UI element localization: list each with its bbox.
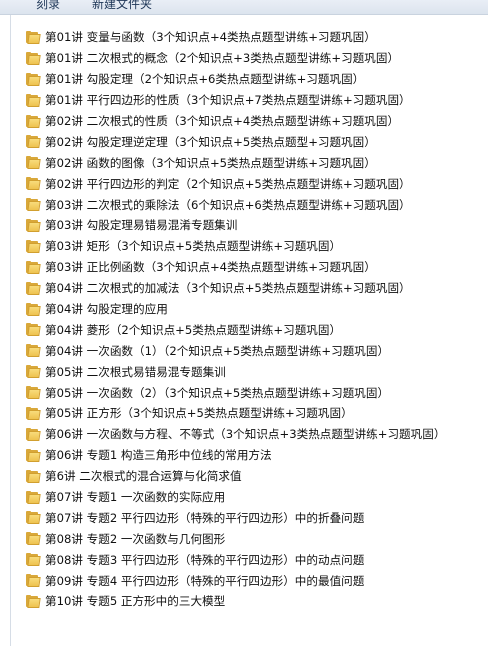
folder-item[interactable]: 第02讲 二次根式的性质（3个知识点+4类热点题型讲练+习题巩固） [26,111,488,132]
folder-item[interactable]: 第05讲 一次函数（2）（3个知识点+5类热点题型讲练+习题巩固） [26,382,488,403]
folder-icon [26,532,41,546]
folder-name: 第03讲 二次根式的乘除法（6个知识点+6类热点题型讲练+习题巩固） [45,197,411,212]
folder-item[interactable]: 第6讲 二次根式的混合运算与化简求值 [26,466,488,487]
folder-item[interactable]: 第04讲 菱形（2个知识点+5类热点题型讲练+习题巩固） [26,319,488,340]
folder-icon [26,490,41,504]
folder-icon [26,323,41,337]
folder-name: 第02讲 二次根式的性质（3个知识点+4类热点题型讲练+习题巩固） [45,114,400,128]
folder-icon [26,72,41,86]
folder-item[interactable]: 第02讲 平行四边形的判定（2个知识点+5类热点题型讲练+习题巩固） [26,173,488,194]
folder-item[interactable]: 第04讲 一次函数（1）（2个知识点+5类热点题型讲练+习题巩固） [26,340,488,361]
folder-name: 第04讲 勾股定理的应用 [45,302,168,317]
folder-icon [26,156,41,170]
folder-name: 第01讲 勾股定理（2个知识点+6类热点题型讲练+习题巩固） [45,72,365,87]
folder-item[interactable]: 第03讲 二次根式的乘除法（6个知识点+6类热点题型讲练+习题巩固） [26,194,488,215]
folder-icon [26,281,41,295]
command-toolbar: 刻录 新建文件夹 [0,0,488,15]
folder-name: 第04讲 菱形（2个知识点+5类热点题型讲练+习题巩固） [45,322,342,337]
folder-icon [26,218,41,232]
folder-item[interactable]: 第02讲 函数的图像（3个知识点+5类热点题型讲练+习题巩固） [26,152,488,173]
folder-name: 第09讲 专题4 平行四边形（特殊的平行四边形）中的最值问题 [45,573,365,588]
folder-item[interactable]: 第06讲 专题1 构造三角形中位线的常用方法 [26,445,488,466]
folder-item[interactable]: 第02讲 勾股定理逆定理（3个知识点+5类热点题型+习题巩固） [26,131,488,152]
folder-item[interactable]: 第09讲 专题4 平行四边形（特殊的平行四边形）中的最值问题 [26,570,488,591]
folder-name: 第05讲 二次根式易错易混专题集训 [45,364,226,379]
folder-item[interactable]: 第03讲 勾股定理易错易混淆专题集训 [26,215,488,236]
folder-icon [26,302,41,316]
folder-name: 第05讲 一次函数（2）（3个知识点+5类热点题型讲练+习题巩固） [45,385,390,400]
folder-name: 第02讲 勾股定理逆定理（3个知识点+5类热点题型+习题巩固） [45,134,376,149]
file-list: 第01讲 变量与函数（3个知识点+4类热点题型讲练+习题巩固） 第01讲 二次根式… [26,27,488,612]
folder-icon [26,239,41,253]
folder-icon [26,469,41,483]
folder-name: 第03讲 正比例函数（3个知识点+4类热点题型讲练+习题巩固） [45,260,376,275]
folder-item[interactable]: 第05讲 正方形（3个知识点+5类热点题型讲练+习题巩固） [26,403,488,424]
folder-item[interactable]: 第05讲 二次根式易错易混专题集训 [26,361,488,382]
folder-name: 第05讲 正方形（3个知识点+5类热点题型讲练+习题巩固） [45,406,353,421]
folder-icon [26,511,41,525]
folder-item[interactable]: 第03讲 正比例函数（3个知识点+4类热点题型讲练+习题巩固） [26,257,488,278]
folder-name: 第10讲 专题5 正方形中的三大模型 [45,594,226,609]
folder-name: 第03讲 勾股定理易错易混淆专题集训 [45,218,238,233]
folder-name: 第08讲 专题3 平行四边形（特殊的平行四边形）中的动点问题 [45,552,365,567]
folder-name: 第07讲 专题2 平行四边形（特殊的平行四边形）中的折叠问题 [45,510,365,525]
folder-icon [26,51,41,65]
folder-name: 第04讲 二次根式的加减法（3个知识点+5类热点题型讲练+习题巩固） [45,281,411,296]
folder-name: 第01讲 平行四边形的性质（3个知识点+7类热点题型讲练+习题巩固） [45,93,411,108]
folder-name: 第08讲 专题2 一次函数与几何图形 [45,531,226,546]
folder-name: 第01讲 二次根式的概念（2个知识点+3类热点题型讲练+习题巩固） [45,51,400,66]
folder-icon [26,344,41,358]
folder-item[interactable]: 第07讲 专题1 一次函数的实际应用 [26,487,488,508]
folder-icon [26,177,41,191]
folder-icon [26,114,41,128]
folder-icon [26,594,41,608]
folder-name: 第06讲 一次函数与方程、不等式（3个知识点+3类热点题型讲练+习题巩固） [45,427,446,442]
folder-name: 第6讲 二次根式的混合运算与化简求值 [45,469,242,484]
folder-name: 第03讲 矩形（3个知识点+5类热点题型讲练+习题巩固） [45,239,342,254]
folder-icon [26,93,41,107]
folder-item[interactable]: 第01讲 变量与函数（3个知识点+4类热点题型讲练+习题巩固） [26,27,488,48]
folder-icon [26,198,41,212]
folder-name: 第01讲 变量与函数（3个知识点+4类热点题型讲练+习题巩固） [45,30,376,45]
new-folder-button[interactable]: 新建文件夹 [92,0,152,11]
folder-icon [26,30,41,44]
burn-button[interactable]: 刻录 [36,0,60,11]
folder-item[interactable]: 第01讲 平行四边形的性质（3个知识点+7类热点题型讲练+习题巩固） [26,90,488,111]
folder-name: 第06讲 专题1 构造三角形中位线的常用方法 [45,448,272,463]
folder-icon [26,406,41,420]
folder-item[interactable]: 第10讲 专题5 正方形中的三大模型 [26,591,488,612]
folder-item[interactable]: 第03讲 矩形（3个知识点+5类热点题型讲练+习题巩固） [26,236,488,257]
navigation-pane-edge [0,15,11,646]
folder-name: 第04讲 一次函数（1）（2个知识点+5类热点题型讲练+习题巩固） [45,343,390,358]
folder-item[interactable]: 第06讲 一次函数与方程、不等式（3个知识点+3类热点题型讲练+习题巩固） [26,424,488,445]
folder-name: 第07讲 专题1 一次函数的实际应用 [45,490,226,505]
folder-icon [26,135,41,149]
folder-icon [26,448,41,462]
folder-item[interactable]: 第07讲 专题2 平行四边形（特殊的平行四边形）中的折叠问题 [26,507,488,528]
folder-item[interactable]: 第08讲 专题2 一次函数与几何图形 [26,528,488,549]
folder-item[interactable]: 第04讲 勾股定理的应用 [26,299,488,320]
folder-icon [26,427,41,441]
folder-name: 第02讲 平行四边形的判定（2个知识点+5类热点题型讲练+习题巩固） [45,176,411,191]
folder-icon [26,386,41,400]
folder-item[interactable]: 第08讲 专题3 平行四边形（特殊的平行四边形）中的动点问题 [26,549,488,570]
folder-item[interactable]: 第04讲 二次根式的加减法（3个知识点+5类热点题型讲练+习题巩固） [26,278,488,299]
folder-icon [26,365,41,379]
folder-icon [26,574,41,588]
folder-icon [26,260,41,274]
folder-name: 第02讲 函数的图像（3个知识点+5类热点题型讲练+习题巩固） [45,155,376,170]
folder-item[interactable]: 第01讲 勾股定理（2个知识点+6类热点题型讲练+习题巩固） [26,69,488,90]
folder-icon [26,553,41,567]
folder-item[interactable]: 第01讲 二次根式的概念（2个知识点+3类热点题型讲练+习题巩固） [26,48,488,69]
